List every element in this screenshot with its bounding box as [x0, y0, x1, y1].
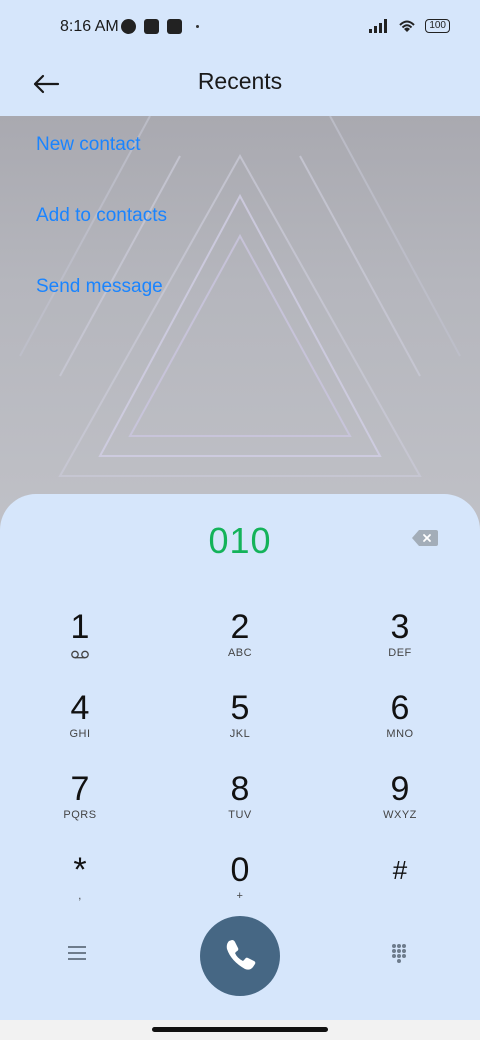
key-digit: 4 — [70, 689, 90, 727]
dialer-panel: 010 1 2 ABC 3 DEF 4 GHI 5 JKL 6 MNO 7 PQ… — [0, 494, 480, 1020]
add-to-contacts-link[interactable]: Add to contacts — [36, 205, 167, 227]
status-bar: 8:16 AM 100 — [0, 0, 480, 56]
home-indicator[interactable] — [152, 1027, 328, 1032]
key-digit: * — [73, 851, 87, 889]
key-letters: WXYZ — [383, 809, 417, 821]
key-letters: JKL — [229, 728, 251, 740]
key-9[interactable]: 9 WXYZ — [340, 770, 460, 840]
key-digit: 8 — [230, 770, 250, 808]
system-icons: 100 — [369, 18, 450, 34]
square-notification-icon — [144, 19, 159, 34]
key-letters: MNO — [386, 728, 414, 740]
key-8[interactable]: 8 TUV — [180, 770, 300, 840]
key-3[interactable]: 3 DEF — [340, 608, 460, 678]
key-6[interactable]: 6 MNO — [340, 689, 460, 759]
key-letters: GHI — [69, 728, 91, 740]
more-notifications-icon — [196, 25, 199, 28]
key-letters: TUV — [228, 809, 252, 821]
menu-icon[interactable] — [66, 944, 88, 962]
signal-icon — [369, 19, 388, 33]
key-hash[interactable]: # — [340, 851, 460, 921]
number-actions: New contact Add to contacts Send message — [36, 134, 167, 347]
send-message-link[interactable]: Send message — [36, 276, 167, 298]
battery-icon: 100 — [425, 19, 450, 33]
key-digit: 9 — [390, 770, 410, 808]
key-letters: ABC — [227, 647, 253, 659]
key-digit: 1 — [70, 608, 90, 646]
backspace-icon[interactable] — [412, 530, 438, 546]
key-1[interactable]: 1 — [20, 608, 140, 678]
call-button[interactable] — [200, 916, 280, 996]
key-digit: 5 — [230, 689, 250, 727]
key-7[interactable]: 7 PQRS — [20, 770, 140, 840]
key-letters: + — [236, 890, 244, 902]
key-digit: 0 — [230, 851, 250, 889]
phone-icon — [226, 940, 256, 970]
dialpad-icon[interactable] — [390, 942, 412, 964]
key-2[interactable]: 2 ABC — [180, 608, 300, 678]
key-digit: 3 — [390, 608, 410, 646]
key-digit: 2 — [230, 608, 250, 646]
navigation-area — [0, 1020, 480, 1040]
key-digit: 6 — [390, 689, 410, 727]
notification-icons — [121, 19, 199, 34]
voicemail-icon — [71, 650, 89, 659]
key-letters: , — [78, 890, 82, 902]
wifi-icon — [399, 20, 416, 32]
upload-notification-icon — [167, 19, 182, 34]
app-bar: Recents — [0, 56, 480, 116]
key-letters: DEF — [388, 647, 412, 659]
dialed-number[interactable]: 010 — [0, 520, 480, 562]
page-title: Recents — [197, 68, 283, 94]
status-time: 8:16 AM — [60, 18, 119, 35]
key-0[interactable]: 0 + — [180, 851, 300, 921]
key-letters: PQRS — [63, 809, 97, 821]
key-4[interactable]: 4 GHI — [20, 689, 140, 759]
key-star[interactable]: * , — [20, 851, 140, 921]
key-digit: # — [392, 855, 408, 885]
key-5[interactable]: 5 JKL — [180, 689, 300, 759]
new-contact-link[interactable]: New contact — [36, 134, 167, 156]
key-digit: 7 — [70, 770, 90, 808]
app-notification-icon — [121, 19, 136, 34]
